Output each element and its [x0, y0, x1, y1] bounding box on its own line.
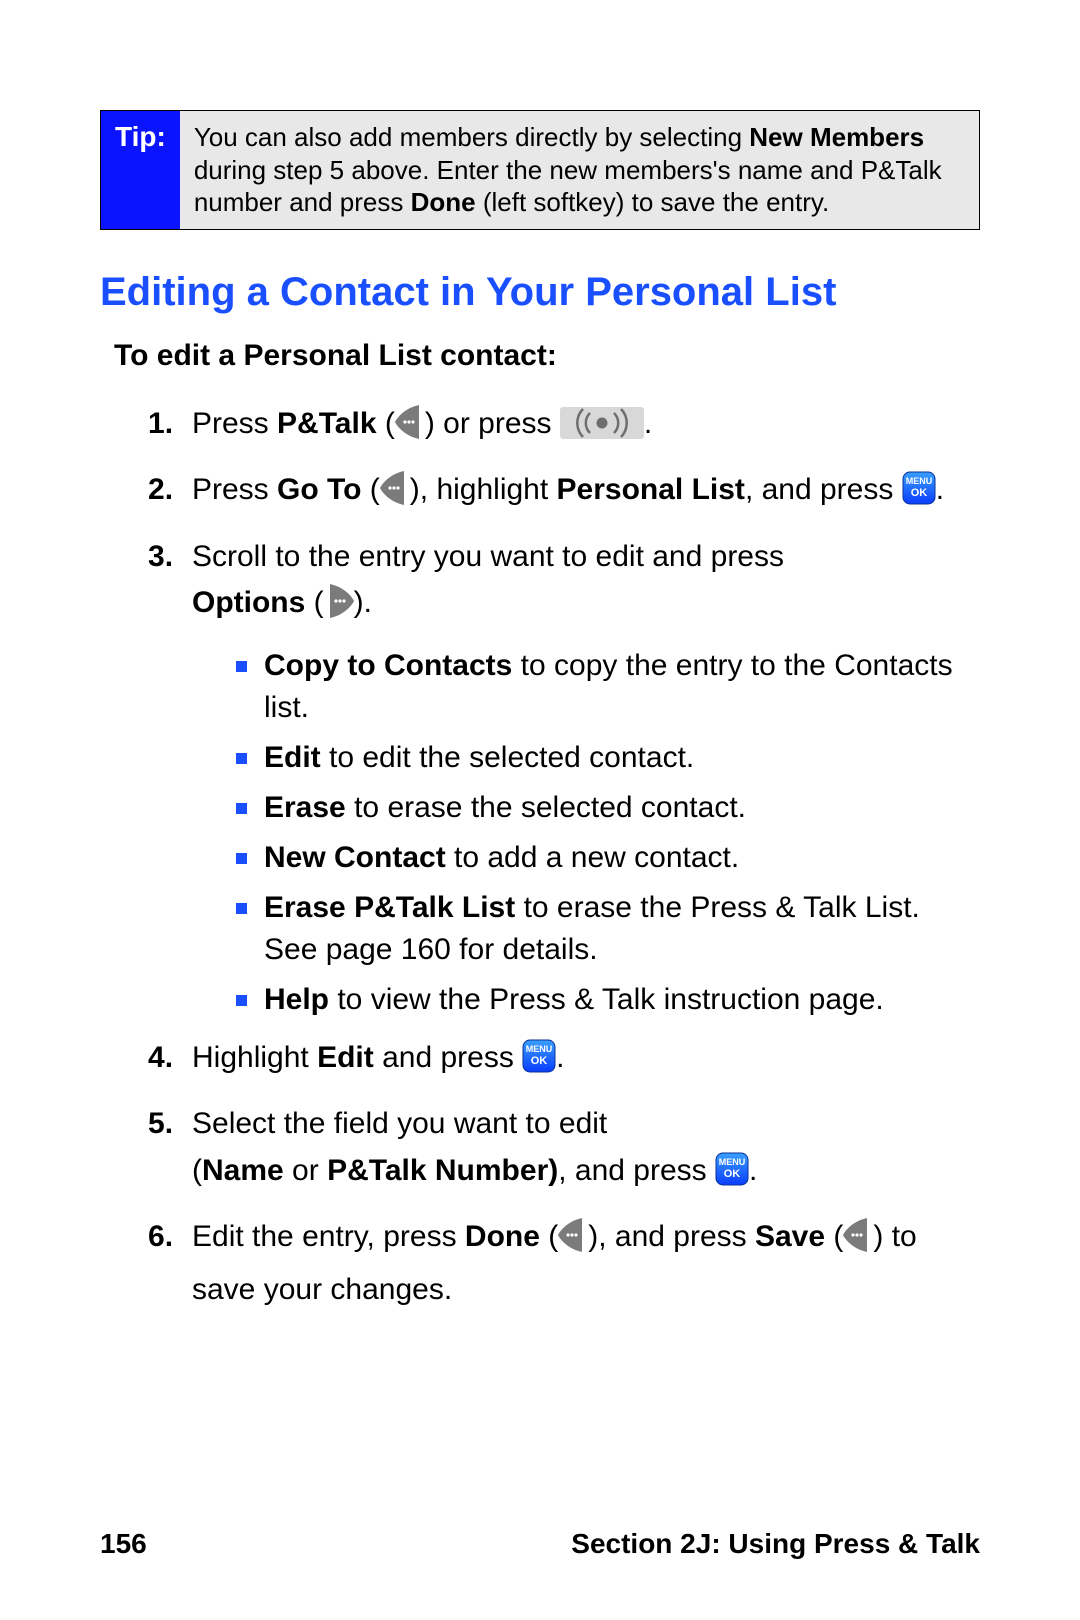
text: (	[540, 1220, 558, 1253]
sub-item-help: Help to view the Press & Talk instructio…	[236, 979, 980, 1021]
text: ).	[354, 586, 372, 619]
svg-text:MENU: MENU	[526, 1044, 553, 1054]
bold: New Contact	[264, 841, 446, 874]
bold: Copy to Contacts	[264, 649, 512, 682]
step-6: Edit the entry, press Done ( ), and press…	[148, 1214, 980, 1313]
step-2: Press Go To ( ), highlight Personal List,…	[148, 467, 980, 520]
bold-ptalk-number: P&Talk Number)	[327, 1154, 558, 1187]
text: and press	[374, 1041, 522, 1074]
text: or	[284, 1154, 327, 1187]
svg-text:MENU: MENU	[905, 476, 932, 486]
bold-options: Options	[192, 586, 305, 619]
svg-text:OK: OK	[531, 1055, 548, 1067]
section-heading: Editing a Contact in Your Personal List	[100, 270, 980, 315]
text: ), highlight	[410, 473, 557, 506]
options-sublist: Copy to Contacts to copy the entry to th…	[236, 645, 980, 1021]
text: Press	[192, 473, 277, 506]
text: Press	[192, 407, 277, 440]
sub-item-edit: Edit to edit the selected contact.	[236, 737, 980, 779]
text: to erase the selected contact.	[346, 791, 746, 824]
softkey-right-icon	[324, 584, 354, 633]
tip-body: You can also add members directly by sel…	[180, 111, 979, 229]
menu-ok-icon: MENUOK	[522, 1039, 556, 1088]
softkey-left-icon	[843, 1218, 873, 1267]
svg-text:OK: OK	[910, 487, 927, 499]
step-3: Scroll to the entry you want to edit and…	[148, 534, 980, 1021]
bold: Edit	[264, 741, 321, 774]
bold: Erase	[264, 791, 346, 824]
text: to edit the selected contact.	[321, 741, 695, 774]
bold: Help	[264, 983, 329, 1016]
text: , and press	[745, 473, 902, 506]
tip-bold-done: Done	[411, 187, 476, 217]
tip-label: Tip:	[101, 111, 180, 229]
tip-text: (left softkey) to save the entry.	[476, 187, 830, 217]
text: .	[749, 1154, 757, 1187]
tip-bold-new-members: New Members	[749, 122, 924, 152]
steps-list: Press P&Talk ( ) or press . Press Go To (…	[100, 401, 980, 1314]
ptt-broadcast-icon	[560, 407, 644, 454]
bold-ptalk: P&Talk	[277, 407, 376, 440]
bold-goto: Go To	[277, 473, 361, 506]
text: Select the field you want to edit	[192, 1107, 607, 1140]
softkey-left-icon	[558, 1218, 588, 1267]
step-5: Select the field you want to edit (Name …	[148, 1101, 980, 1200]
text: .	[644, 407, 652, 440]
sub-item-new-contact: New Contact to add a new contact.	[236, 837, 980, 879]
menu-ok-icon: MENUOK	[902, 471, 936, 520]
intro-line: To edit a Personal List contact:	[114, 339, 980, 373]
text: (	[192, 1154, 202, 1187]
step-1: Press P&Talk ( ) or press .	[148, 401, 980, 454]
page-footer: 156 Section 2J: Using Press & Talk	[100, 1528, 980, 1560]
bold-name: Name	[202, 1154, 284, 1187]
softkey-left-icon	[395, 405, 425, 454]
text: Highlight	[192, 1041, 317, 1074]
sub-item-erase-ptalk: Erase P&Talk List to erase the Press & T…	[236, 887, 980, 971]
page-number: 156	[100, 1528, 147, 1560]
text: .	[936, 473, 944, 506]
tip-text: You can also add members directly by sel…	[194, 122, 749, 152]
text: (	[305, 586, 323, 619]
text: Scroll to the entry you want to edit and…	[192, 540, 784, 573]
svg-text:MENU: MENU	[719, 1157, 746, 1167]
svg-text:OK: OK	[724, 1168, 741, 1180]
bold-save: Save	[755, 1220, 825, 1253]
step-4: Highlight Edit and press MENUOK.	[148, 1035, 980, 1088]
text: ), and press	[588, 1220, 755, 1253]
text: Edit the entry, press	[192, 1220, 465, 1253]
text: ) or press	[425, 407, 560, 440]
text: , and press	[558, 1154, 715, 1187]
bold-personal-list: Personal List	[557, 473, 745, 506]
text: (	[377, 407, 395, 440]
text: (	[361, 473, 379, 506]
bold-edit: Edit	[317, 1041, 374, 1074]
bold: Erase P&Talk List	[264, 891, 515, 924]
sub-item-erase: Erase to erase the selected contact.	[236, 787, 980, 829]
text: to add a new contact.	[446, 841, 740, 874]
section-label: Section 2J: Using Press & Talk	[571, 1528, 980, 1560]
text: .	[556, 1041, 564, 1074]
softkey-left-icon	[380, 471, 410, 520]
bold-done: Done	[465, 1220, 540, 1253]
text: (	[825, 1220, 843, 1253]
manual-page: Tip: You can also add members directly b…	[0, 0, 1080, 1620]
menu-ok-icon: MENUOK	[715, 1152, 749, 1201]
text: to view the Press & Talk instruction pag…	[329, 983, 884, 1016]
sub-item-copy: Copy to Contacts to copy the entry to th…	[236, 645, 980, 729]
tip-box: Tip: You can also add members directly b…	[100, 110, 980, 230]
